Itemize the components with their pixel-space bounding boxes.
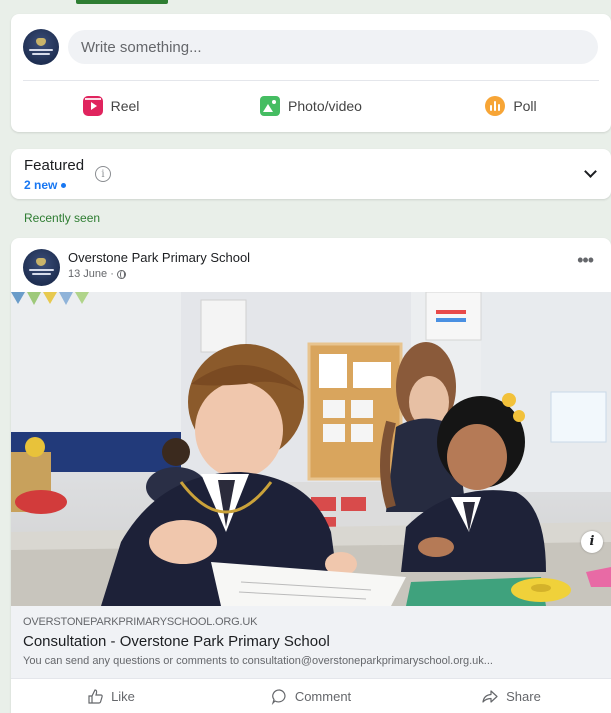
share-button[interactable]: Share bbox=[411, 679, 611, 713]
featured-new-count: 2 new bbox=[24, 178, 67, 192]
link-description: You can send any questions or comments t… bbox=[23, 655, 493, 667]
post-actions: Like Comment Share bbox=[11, 678, 611, 713]
photo-icon bbox=[260, 96, 281, 116]
share-label: Share bbox=[506, 689, 541, 704]
comment-label: Comment bbox=[294, 689, 352, 704]
link-title: Consultation - Overstone Park Primary Sc… bbox=[23, 633, 330, 650]
new-dot-icon bbox=[61, 182, 67, 188]
comment-button[interactable]: Comment bbox=[211, 679, 411, 713]
poll-label: Poll bbox=[513, 98, 537, 114]
school-avatar[interactable] bbox=[23, 29, 59, 65]
link-domain: OVERSTONEPARKPRIMARYSCHOOL.ORG.UK bbox=[23, 616, 258, 628]
post-meta: 13 June · bbox=[68, 268, 126, 280]
link-preview[interactable]: OVERSTONEPARKPRIMARYSCHOOL.ORG.UK Consul… bbox=[11, 606, 611, 678]
featured-title: Featured bbox=[24, 157, 85, 174]
write-something-input[interactable] bbox=[68, 30, 598, 64]
post-card: Overstone Park Primary School 13 June · … bbox=[11, 238, 611, 713]
reel-label: Reel bbox=[110, 98, 140, 114]
like-button[interactable]: Like bbox=[11, 679, 211, 713]
photo-video-button[interactable]: Photo/video bbox=[211, 92, 411, 120]
post-composer: Reel Photo/video Poll bbox=[11, 14, 611, 132]
post-author-avatar[interactable] bbox=[23, 249, 60, 286]
featured-section[interactable]: Featured 2 new i bbox=[11, 149, 611, 199]
poll-button[interactable]: Poll bbox=[411, 92, 611, 120]
more-options-icon[interactable]: ••• bbox=[577, 251, 594, 269]
info-icon[interactable]: i bbox=[95, 166, 111, 182]
ad-info-icon[interactable]: i bbox=[581, 531, 603, 553]
like-label: Like bbox=[111, 689, 135, 704]
reel-button[interactable]: Reel bbox=[11, 92, 211, 120]
poll-icon bbox=[485, 96, 506, 116]
active-tab-indicator bbox=[76, 0, 168, 4]
share-icon bbox=[482, 690, 498, 703]
composer-divider bbox=[23, 80, 599, 81]
featured-new-label: 2 new bbox=[24, 178, 58, 192]
classroom-photo bbox=[11, 292, 611, 606]
post-author-name[interactable]: Overstone Park Primary School bbox=[68, 250, 250, 265]
reel-icon bbox=[82, 96, 103, 116]
recently-seen-label: Recently seen bbox=[24, 211, 101, 225]
chevron-down-icon[interactable] bbox=[584, 165, 597, 178]
composer-actions: Reel Photo/video Poll bbox=[11, 92, 611, 120]
globe-icon bbox=[116, 269, 126, 279]
photo-video-label: Photo/video bbox=[288, 98, 362, 114]
post-date[interactable]: 13 June · bbox=[68, 268, 114, 280]
like-icon bbox=[88, 689, 103, 704]
comment-icon bbox=[271, 689, 286, 705]
post-image[interactable] bbox=[11, 292, 611, 606]
